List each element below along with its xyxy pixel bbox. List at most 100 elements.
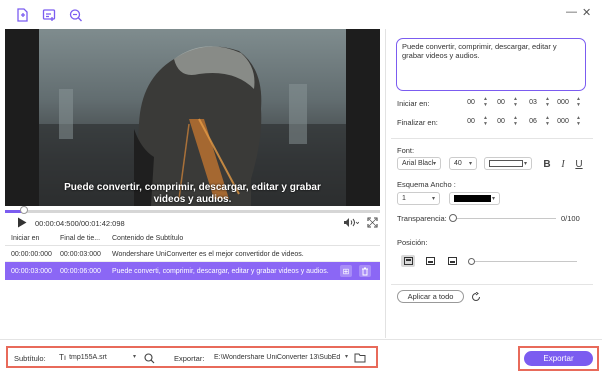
column-header-end: Final de tie... [60, 235, 101, 242]
chevron-down-icon: ▾ [468, 161, 472, 167]
section-divider [391, 284, 593, 285]
font-size-value: 40 [454, 160, 462, 167]
start-hours-spinner[interactable]: ▲ ▼ [482, 96, 489, 108]
video-preview[interactable]: Puede convertir, comprimir, descargar, e… [5, 29, 380, 206]
play-icon[interactable] [16, 216, 28, 228]
font-family-value: Arial Blacl [402, 160, 434, 167]
start-seconds-spinner[interactable]: ▲ ▼ [544, 96, 551, 108]
table-row-selected[interactable]: 00:00:03:000 00:00:06:000 Puede converti… [5, 262, 380, 280]
end-hours-spinner[interactable]: ▲ ▼ [482, 115, 489, 127]
end-seconds-spinner[interactable]: ▲ ▼ [544, 115, 551, 127]
transparency-slider-track[interactable] [453, 218, 556, 219]
chevron-down-icon: ▾ [432, 161, 436, 167]
column-header-start: Iniciar en [11, 235, 40, 242]
chevron-down-icon: ▾ [491, 196, 495, 202]
row-start-time: 00:00:03:000 [11, 268, 52, 275]
subtitle-file-label: Subtítulo: [14, 354, 46, 363]
export-path-value: E:\Wondershare UniConverter 13\SubEd [214, 354, 340, 361]
insert-row-icon[interactable]: ⊞ [340, 265, 352, 277]
position-slider-track[interactable] [475, 261, 577, 262]
delete-row-icon[interactable] [359, 265, 371, 277]
row-end-time: 00:00:03:000 [60, 251, 101, 258]
volume-icon[interactable] [343, 216, 359, 228]
subtitle-table-header: Iniciar en Final de tie... Contenido de … [5, 231, 380, 246]
align-middle-icon [425, 257, 435, 265]
close-button[interactable]: ✕ [582, 6, 591, 19]
add-subtitle-icon[interactable] [42, 8, 56, 22]
export-path-label: Exportar: [174, 354, 205, 363]
position-top-button[interactable] [401, 255, 415, 267]
start-hours[interactable]: 00 [460, 96, 482, 108]
start-time-label: Iniciar en: [397, 99, 430, 108]
font-color-select[interactable]: ▾ [484, 157, 532, 170]
end-ms[interactable]: 000 [552, 115, 574, 127]
outline-width-value: 1 [402, 195, 406, 202]
chevron-down-icon: ▾ [132, 354, 136, 360]
start-minutes-spinner[interactable]: ▲ ▼ [512, 96, 519, 108]
row-subtitle-text: Wondershare UniConverter es el mejor con… [112, 251, 304, 258]
outline-color-swatch [454, 195, 491, 202]
minimize-button[interactable]: — [566, 6, 577, 18]
italic-button[interactable]: I [557, 158, 569, 170]
start-minutes[interactable]: 00 [490, 96, 512, 108]
position-middle-button[interactable] [423, 255, 437, 267]
start-seconds[interactable]: 03 [522, 96, 544, 108]
chevron-down-icon: ▾ [344, 354, 348, 360]
position-bottom-button[interactable] [445, 255, 459, 267]
chevron-down-icon: ▾ [431, 196, 435, 202]
apply-to-all-button[interactable]: Aplicar a todo [397, 290, 464, 303]
search-icon[interactable] [143, 352, 155, 364]
end-ms-spinner[interactable]: ▲ ▼ [575, 115, 582, 127]
subtitle-file-value: tmp155A.srt [69, 354, 107, 361]
end-minutes[interactable]: 00 [490, 115, 512, 127]
table-row[interactable]: 00:00:00:000 00:00:03:000 Wondershare Un… [5, 247, 380, 262]
align-top-icon [403, 257, 413, 265]
position-label: Posición: [397, 238, 428, 247]
row-end-time: 00:00:06:000 [60, 268, 101, 275]
row-subtitle-text: Puede converti, comprimir, descargar, ed… [112, 268, 329, 275]
end-minutes-spinner[interactable]: ▲ ▼ [512, 115, 519, 127]
end-seconds[interactable]: 06 [522, 115, 544, 127]
folder-icon[interactable] [353, 352, 366, 364]
column-header-content: Contenido de Subtítulo [112, 235, 184, 242]
chevron-down-icon: ▾ [523, 161, 527, 167]
top-toolbar: — ✕ [0, 0, 602, 30]
text-format-icon: Tı [59, 353, 67, 362]
transparency-value: 0/100 [561, 214, 580, 223]
outline-width-select[interactable]: 1 ▾ [397, 192, 440, 205]
outline-color-select[interactable]: ▾ [449, 192, 500, 205]
export-path-select[interactable]: E:\Wondershare UniConverter 13\SubEd ▾ [210, 351, 352, 364]
font-size-select[interactable]: 40 ▾ [449, 157, 477, 170]
subtitle-overlay-line1: Puede convertir, comprimir, descargar, e… [64, 182, 321, 193]
font-label: Font: [397, 146, 415, 155]
output-settings-bar: Subtítulo: Tı tmp155A.srt ▾ Exportar: E:… [6, 346, 378, 368]
underline-button[interactable]: U [573, 158, 585, 170]
bottom-divider [0, 339, 602, 340]
bold-button[interactable]: B [541, 158, 553, 170]
subtitle-overlay-line2: videos y audios. [153, 194, 232, 205]
subtitle-text-editor[interactable]: Puede convertir, comprimir, descargar, e… [396, 38, 586, 91]
align-bottom-icon [447, 257, 457, 265]
seek-handle[interactable] [20, 206, 28, 214]
subtitle-file-select[interactable]: Tı tmp155A.srt ▾ [55, 351, 140, 364]
fullscreen-icon[interactable] [366, 216, 378, 228]
add-file-icon[interactable] [15, 8, 29, 22]
reset-icon[interactable] [470, 291, 482, 303]
end-time-label: Finalizar en: [397, 118, 438, 127]
seek-bar[interactable] [5, 210, 380, 213]
font-family-select[interactable]: Arial Blacl ▾ [397, 157, 441, 170]
outline-width-label: Esquema Ancho : [397, 180, 456, 189]
start-ms-spinner[interactable]: ▲ ▼ [575, 96, 582, 108]
transparency-slider-handle[interactable] [449, 214, 457, 222]
end-hours[interactable]: 00 [460, 115, 482, 127]
row-start-time: 00:00:00:000 [11, 251, 52, 258]
transparency-label: Transparencia: [397, 214, 447, 223]
search-subtitle-icon[interactable] [69, 8, 83, 22]
font-color-swatch [489, 160, 523, 167]
export-button[interactable]: Exportar [524, 351, 593, 366]
start-ms[interactable]: 000 [552, 96, 574, 108]
video-frame [39, 29, 346, 206]
panel-divider [385, 29, 386, 338]
section-divider [391, 138, 593, 139]
position-slider-handle[interactable] [468, 258, 475, 265]
